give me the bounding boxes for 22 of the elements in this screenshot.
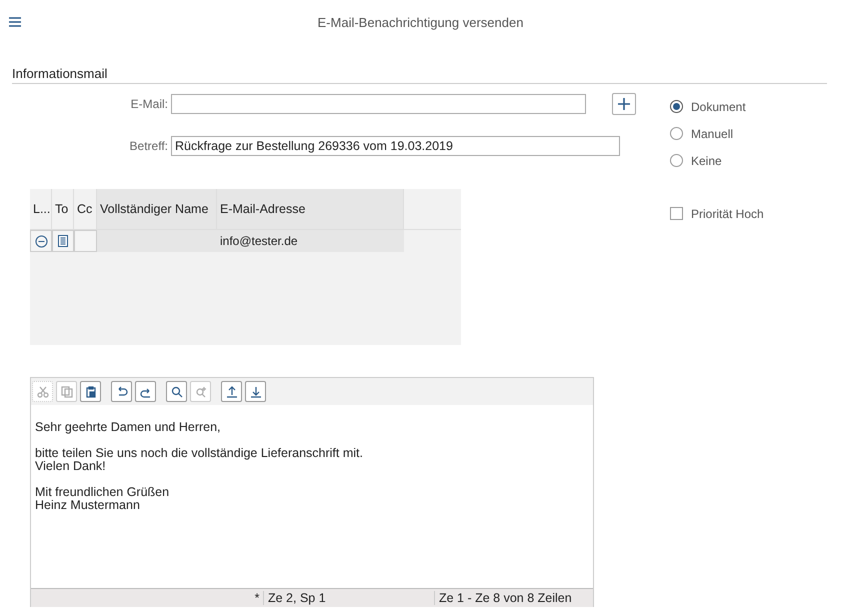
modified-indicator: * (254, 591, 260, 605)
option-label: Manuell (691, 126, 734, 140)
section-title: Informationsmail (12, 66, 108, 81)
table-cell: info@tester.de (217, 230, 404, 252)
column-header: Vollständiger Name (97, 189, 217, 229)
email-label: E-Mail: (130, 97, 169, 111)
option-label: Dokument (691, 100, 746, 114)
line-range: Ze 1 - Ze 8 von 8 Zeilen (434, 591, 572, 605)
text-line: Vielen Dank! (35, 459, 106, 473)
text-line: bitte teilen Sie uns noch die vollständige Lieferanschrift mit. (35, 446, 363, 460)
option-label: Keine (691, 154, 722, 168)
text-line: Sehr geehrte Damen und Herren, (35, 420, 221, 434)
text-line: Mit freundlichen Grüßen (35, 485, 170, 499)
cursor-position: Ze 2, Sp 1 (263, 591, 434, 605)
checkbox-label: Priorität Hoch (691, 206, 764, 220)
text-line: Heinz Mustermann (35, 498, 140, 512)
column-header: To (52, 189, 74, 229)
subject-field[interactable]: Rückfrage zur Bestellung 269336 vom 19.03.2019 (171, 136, 620, 156)
window-title: E-Mail-Benachrichtigung versenden (318, 14, 524, 30)
column-header: E-Mail-Adresse (217, 189, 404, 229)
column-header: L... (30, 189, 52, 229)
subject-label: Betreff: (128, 139, 169, 153)
